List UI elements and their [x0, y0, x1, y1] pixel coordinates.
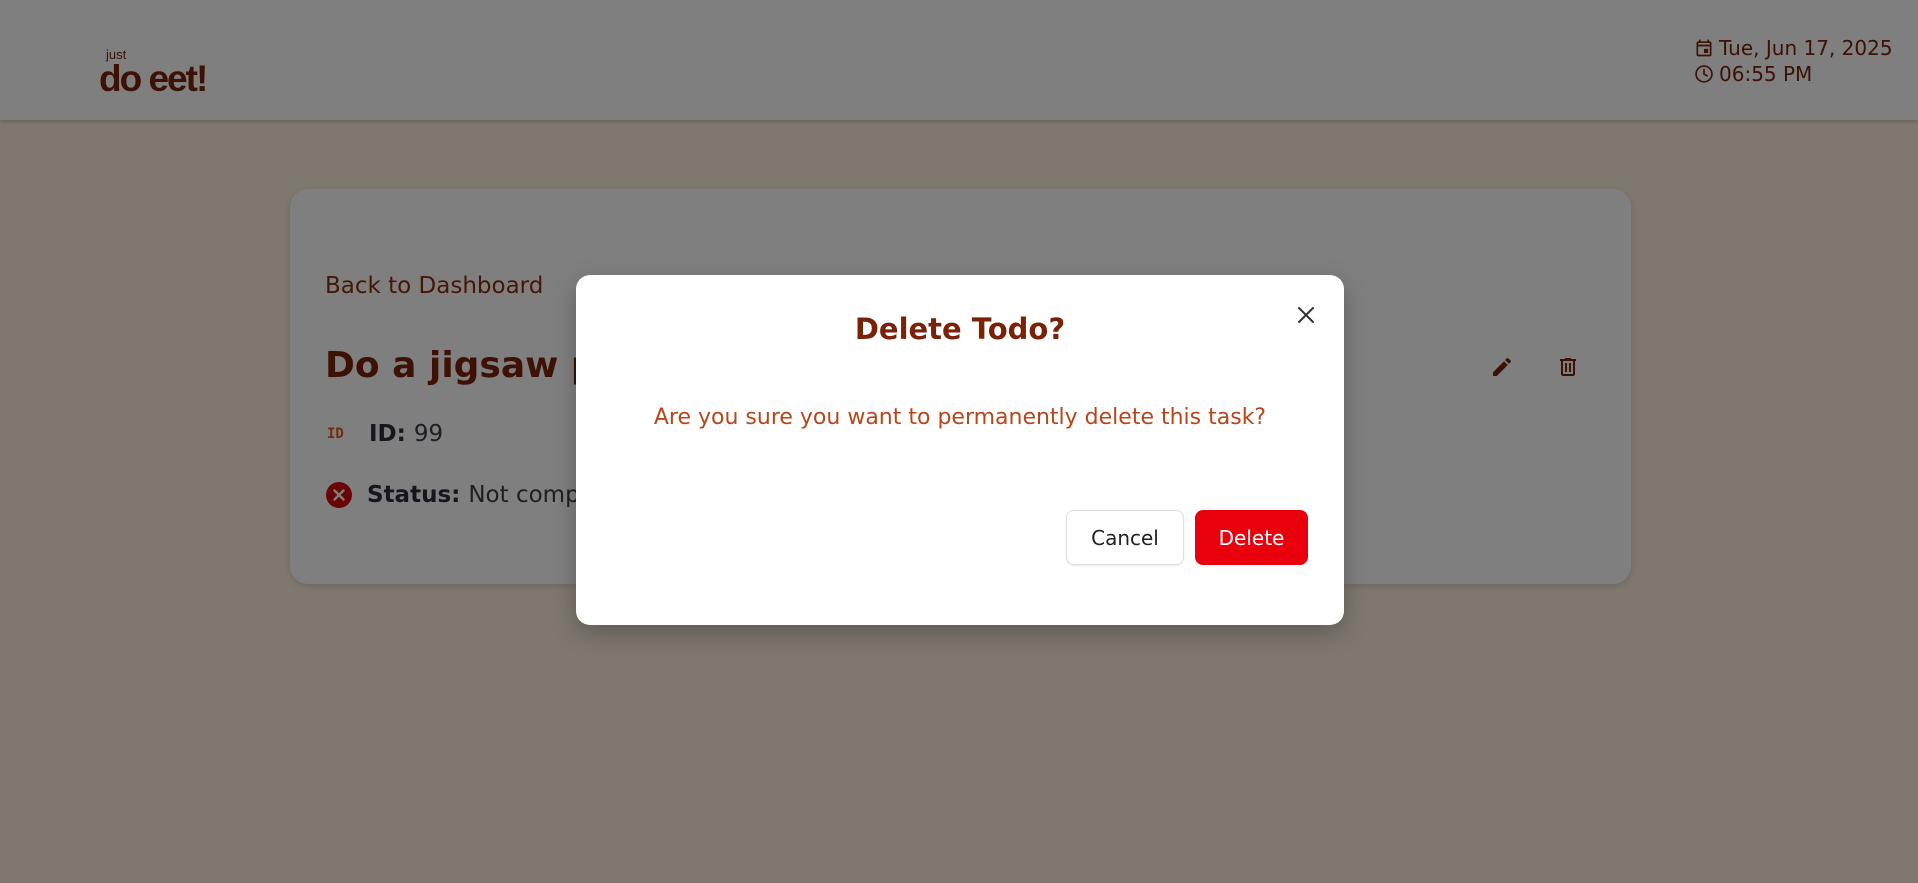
dialog-message: Are you sure you want to permanently del… — [653, 405, 1267, 430]
dialog-title: Delete Todo? — [854, 312, 1066, 346]
cancel-button[interactable]: Cancel — [1066, 510, 1184, 565]
delete-confirm-dialog: Delete Todo? Are you sure you want to pe… — [576, 275, 1344, 625]
confirm-delete-button[interactable]: Delete — [1195, 510, 1308, 565]
page: just do eet! Tue, Jun 17, 2025 06:55 PM … — [0, 0, 1918, 883]
